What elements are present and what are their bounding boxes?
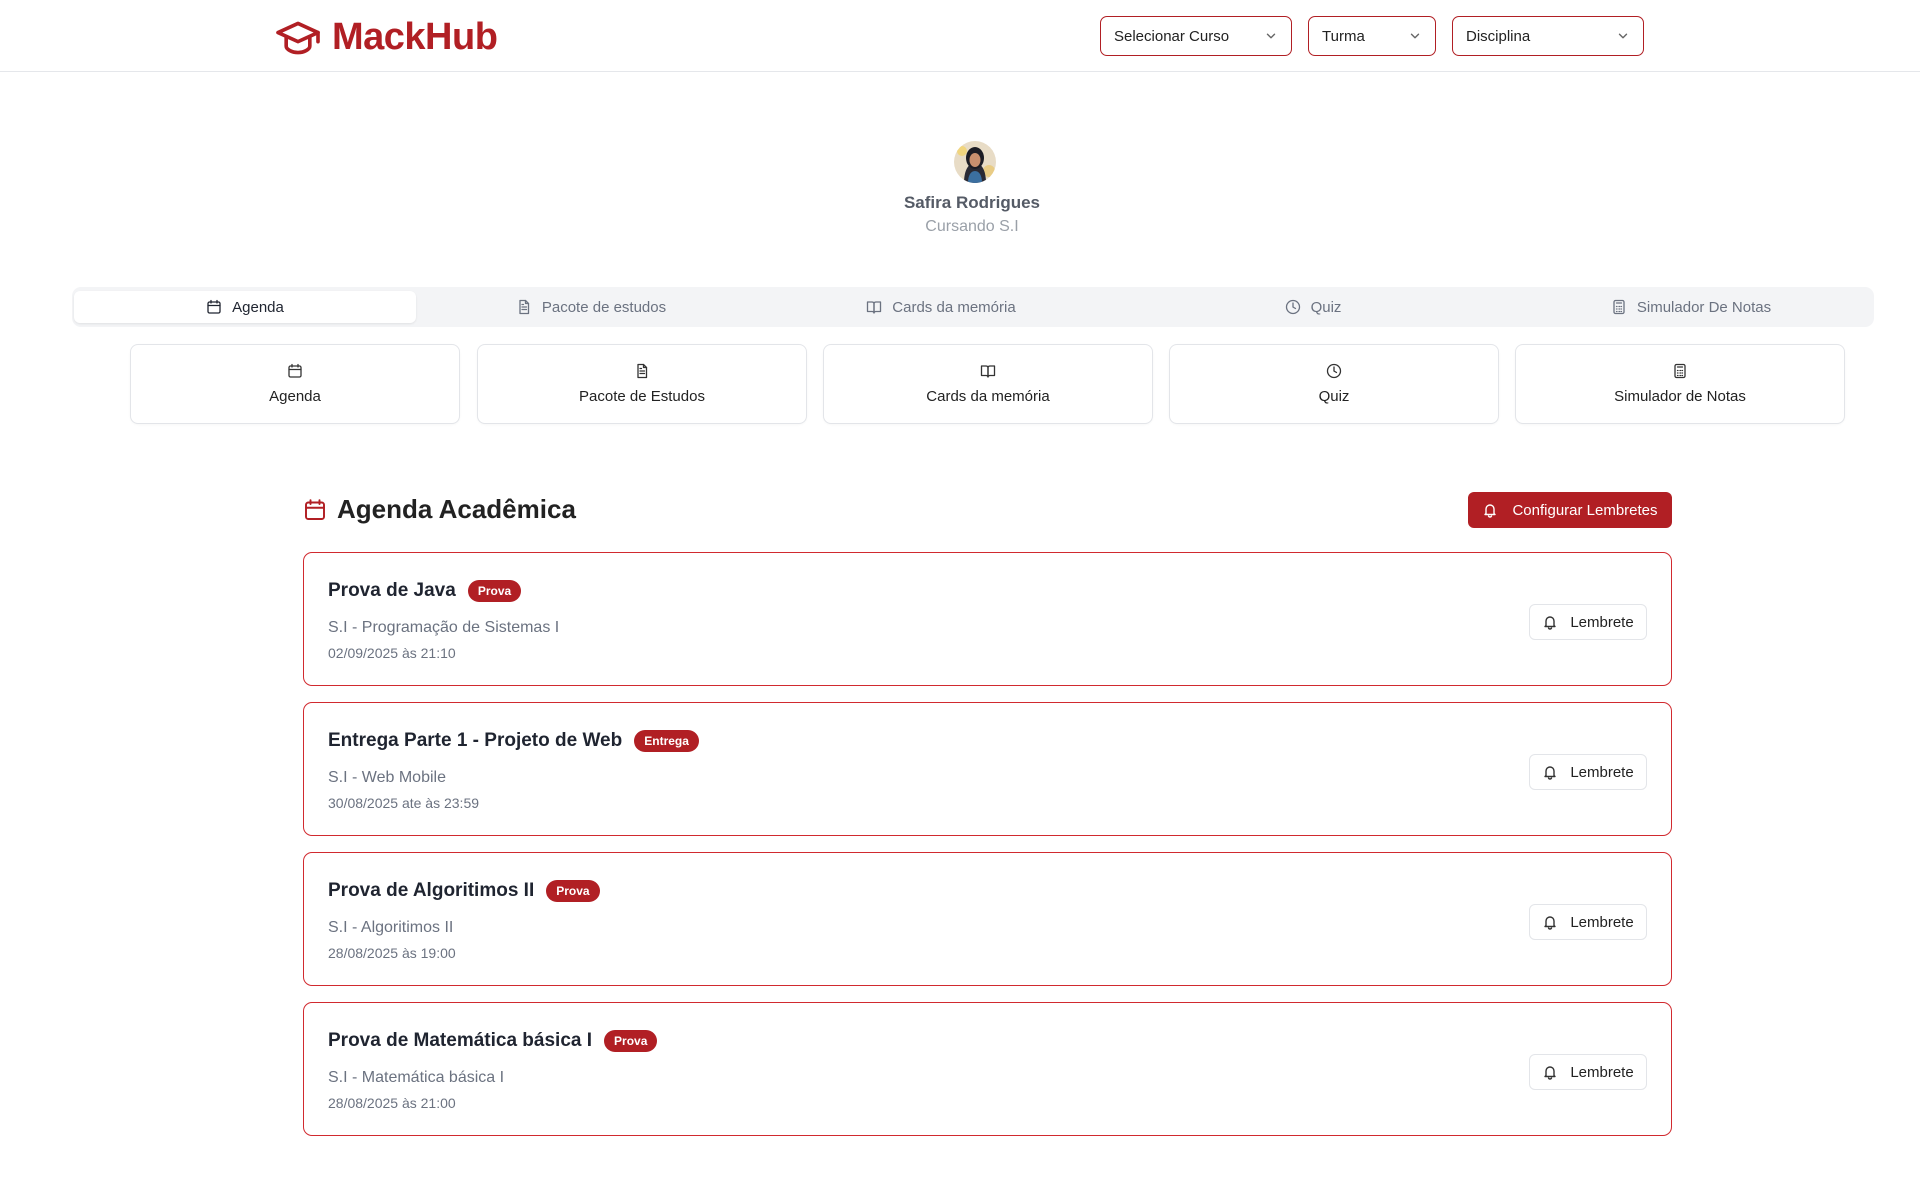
top-header: MackHub Selecionar Curso Turma Disciplin…: [0, 0, 1920, 72]
bell-icon: [1542, 1064, 1558, 1080]
calculator-icon: [1611, 299, 1627, 315]
brand-name: MackHub: [332, 16, 498, 58]
reminder-button[interactable]: Lembrete: [1529, 754, 1647, 790]
event-subject: S.I - Matemática básica I: [328, 1069, 505, 1086]
book-open-icon: [866, 299, 882, 315]
event-title: Prova de Java: [328, 580, 456, 601]
agenda-event-card: Prova de Matemática básica I Prova S.I -…: [303, 1002, 1672, 1136]
agenda-event-card: Prova de Algoritimos II Prova S.I - Algo…: [303, 852, 1672, 986]
feature-card-label: Cards da memória: [926, 388, 1050, 405]
reminder-label: Lembrete: [1570, 763, 1634, 781]
book-open-icon: [980, 363, 996, 379]
reminder-label: Lembrete: [1570, 613, 1634, 631]
tab-grade-simulator[interactable]: Simulador De Notas: [1520, 291, 1862, 323]
feature-card-label: Quiz: [1318, 388, 1350, 405]
tab-label: Quiz: [1310, 298, 1342, 316]
profile-name: Safira Rodrigues: [903, 193, 1041, 212]
event-title-row: Prova de Algoritimos II Prova: [328, 880, 600, 902]
graduation-cap-icon: [276, 18, 320, 58]
feature-card-label: Agenda: [269, 388, 321, 405]
bell-icon: [1542, 614, 1558, 630]
tab-label: Agenda: [232, 298, 284, 316]
tab-bar: Agenda Pacote de estudos Cards da memóri…: [72, 287, 1874, 327]
tab-memory-cards[interactable]: Cards da memória: [770, 291, 1112, 323]
event-title-row: Entrega Parte 1 - Projeto de Web Entrega: [328, 730, 699, 752]
event-date: 02/09/2025 às 21:10: [328, 645, 456, 661]
agenda-event-card: Entrega Parte 1 - Projeto de Web Entrega…: [303, 702, 1672, 836]
agenda-title: Agenda Acadêmica: [337, 494, 576, 524]
event-title-row: Prova de Java Prova: [328, 580, 522, 602]
bell-icon: [1482, 502, 1498, 518]
event-type-badge: Prova: [604, 1030, 658, 1052]
event-title: Entrega Parte 1 - Projeto de Web: [328, 730, 623, 751]
tab-agenda[interactable]: Agenda: [74, 291, 416, 323]
event-subject: S.I - Web Mobile: [328, 769, 446, 786]
event-title: Prova de Matemática básica I: [328, 1030, 593, 1051]
reminder-label: Lembrete: [1570, 913, 1634, 931]
feature-card-agenda[interactable]: Agenda: [130, 344, 460, 424]
tab-label: Simulador De Notas: [1636, 298, 1772, 316]
configure-reminders-label: Configurar Lembretes: [1512, 501, 1658, 519]
tab-label: Cards da memória: [892, 298, 1016, 316]
chevron-down-icon: [1264, 29, 1278, 43]
reminder-button[interactable]: Lembrete: [1529, 604, 1647, 640]
event-title-row: Prova de Matemática básica I Prova: [328, 1030, 658, 1052]
event-type-badge: Entrega: [634, 730, 699, 752]
profile-subtitle: Cursando S.I: [925, 218, 1019, 235]
event-date: 28/08/2025 às 21:00: [328, 1095, 456, 1111]
configure-reminders-button[interactable]: Configurar Lembretes: [1468, 492, 1672, 528]
bell-icon: [1542, 764, 1558, 780]
tab-study-pack[interactable]: Pacote de estudos: [446, 291, 736, 323]
class-select[interactable]: Turma: [1308, 16, 1436, 56]
bell-icon: [1542, 914, 1558, 930]
course-select-value: Selecionar Curso: [1114, 27, 1230, 45]
event-date: 28/08/2025 às 19:00: [328, 945, 456, 961]
reminder-button[interactable]: Lembrete: [1529, 1054, 1647, 1090]
event-date: 30/08/2025 ate às 23:59: [328, 795, 480, 811]
feature-card-label: Simulador de Notas: [1614, 388, 1746, 405]
clock-icon: [1326, 363, 1342, 379]
event-subject: S.I - Algoritimos II: [328, 919, 454, 936]
tab-label: Pacote de estudos: [541, 298, 667, 316]
tab-quiz[interactable]: Quiz: [1142, 291, 1484, 323]
feature-card-memory-cards[interactable]: Cards da memória: [823, 344, 1153, 424]
feature-card-quiz[interactable]: Quiz: [1169, 344, 1499, 424]
calendar-icon: [303, 498, 327, 522]
agenda-heading: Agenda Acadêmica: [303, 494, 576, 525]
calculator-icon: [1672, 363, 1688, 379]
event-subject: S.I - Programação de Sistemas I: [328, 619, 560, 636]
event-type-badge: Prova: [467, 580, 522, 602]
subject-select[interactable]: Disciplina: [1452, 16, 1644, 56]
document-icon: [516, 299, 532, 315]
chevron-down-icon: [1616, 29, 1630, 43]
feature-card-label: Pacote de Estudos: [579, 388, 705, 405]
document-icon: [634, 363, 650, 379]
event-type-badge: Prova: [546, 880, 600, 902]
calendar-icon: [206, 299, 222, 315]
clock-icon: [1285, 299, 1301, 315]
calendar-icon: [287, 363, 303, 379]
course-select[interactable]: Selecionar Curso: [1100, 16, 1292, 56]
subject-select-value: Disciplina: [1466, 27, 1531, 45]
brand-logo[interactable]: MackHub: [276, 16, 498, 59]
feature-card-grade-simulator[interactable]: Simulador de Notas: [1515, 344, 1845, 424]
chevron-down-icon: [1408, 29, 1422, 43]
feature-card-study-pack[interactable]: Pacote de Estudos: [477, 344, 807, 424]
class-select-value: Turma: [1322, 27, 1365, 45]
event-title: Prova de Algoritimos II: [328, 880, 535, 901]
agenda-event-card: Prova de Java Prova S.I - Programação de…: [303, 552, 1672, 686]
avatar[interactable]: [954, 141, 996, 183]
reminder-label: Lembrete: [1570, 1063, 1634, 1081]
reminder-button[interactable]: Lembrete: [1529, 904, 1647, 940]
